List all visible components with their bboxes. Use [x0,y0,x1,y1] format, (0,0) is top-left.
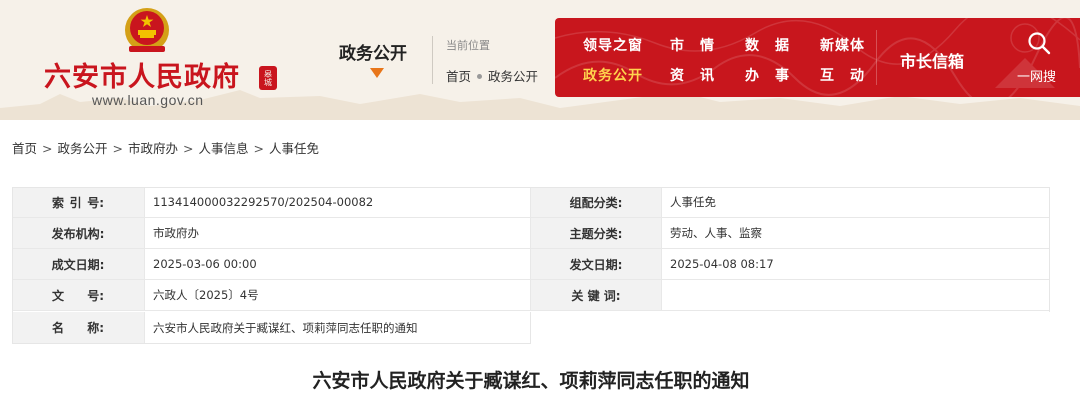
document-number-value: 六政人〔2025〕4号 [144,280,530,310]
nav-item-services[interactable]: 办 事 [745,65,790,85]
issuer-value: 市政府办 [144,218,530,248]
name-value: 六安市人民政府关于臧谋红、项莉萍同志任职的通知 [144,312,530,343]
breadcrumb-appointments[interactable]: 人事任免 [269,141,319,156]
breadcrumb-home[interactable]: 首页 [12,141,37,156]
breadcrumb-separator: > [253,141,264,156]
created-date-value: 2025-03-06 00:00 [144,249,530,279]
breadcrumb-personnel-info[interactable]: 人事信息 [199,141,249,156]
document-title: 六安市人民政府关于臧谋红、项莉萍同志任职的通知 [312,370,750,392]
site-url: www.luan.gov.cn [92,92,204,108]
breadcrumb-gov-office[interactable]: 市政府办 [128,141,178,156]
main-nav [555,18,1080,97]
location-label: 当前位置 [446,39,490,52]
divider [432,36,433,84]
section-title: 政务公开 [339,44,407,64]
info-row: 发布机构: 市政府办 主题分类: 劳动、人事、监察 [12,218,1050,249]
seal-stamp: 皋城 [259,66,277,90]
breadcrumb-separator: > [42,141,53,156]
search-label[interactable]: 一网搜 [1017,66,1056,85]
published-date-key: 发文日期: [530,249,661,279]
nav-item-new-media[interactable]: 新媒体 [820,35,865,55]
mayor-mailbox-link[interactable]: 市长信箱 [900,48,964,72]
cloud-pattern-decoration [555,18,1080,97]
created-date-key: 成文日期: [12,249,144,279]
issuer-key: 发布机构: [12,218,144,248]
nav-item-data[interactable]: 数 据 [745,35,790,55]
published-date-value: 2025-04-08 08:17 [661,249,1050,279]
category-key: 组配分类: [530,187,661,217]
breadcrumb-separator: > [183,141,194,156]
keywords-key: 关 键 词: [530,280,661,310]
nav-item-leaders[interactable]: 领导之窗 [583,35,643,55]
document-info-table: 索引号: 113414000032292570/202504-00082 组配分… [12,187,1050,344]
name-key: 名称: [12,312,144,343]
breadcrumb: 首页 > 政务公开 > 市政府办 > 人事信息 > 人事任免 [12,138,319,157]
index-number-key: 索引号: [12,187,144,217]
breadcrumb-separator: > [112,141,123,156]
info-row: 名称: 六安市人民政府关于臧谋红、项莉萍同志任职的通知 [12,312,531,343]
nav-item-news[interactable]: 资 讯 [670,65,715,85]
nav-item-gov-affairs[interactable]: 政务公开 [583,65,643,85]
category-value: 人事任免 [661,187,1050,217]
topic-value: 劳动、人事、监察 [661,218,1050,248]
search-icon[interactable] [1027,31,1051,55]
dot-icon [477,74,483,79]
keywords-value [661,280,1050,310]
breadcrumb-gov-affairs[interactable]: 政务公开 [58,141,108,156]
location-section-link[interactable]: 政务公开 [488,69,538,84]
nav-item-interaction[interactable]: 互 动 [820,65,865,85]
document-number-key: 文号: [12,280,144,310]
info-row: 索引号: 113414000032292570/202504-00082 组配分… [12,187,1050,218]
nav-item-city[interactable]: 市 情 [670,35,715,55]
site-title[interactable]: 六安市人民政府 [44,55,240,94]
triangle-down-icon [370,68,384,78]
index-number-value: 113414000032292570/202504-00082 [144,187,530,217]
topic-key: 主题分类: [530,218,661,248]
location-path: 首页 政务公开 [446,66,538,85]
info-row: 文号: 六政人〔2025〕4号 关 键 词: [12,280,1050,311]
info-row: 成文日期: 2025-03-06 00:00 发文日期: 2025-04-08 … [12,249,1050,280]
site-header: 六安市人民政府 皋城 www.luan.gov.cn 政务公开 当前位置 首页 政… [0,0,1080,120]
location-home-link[interactable]: 首页 [446,69,471,84]
national-emblem-icon [125,8,169,52]
nav-divider [876,30,877,85]
